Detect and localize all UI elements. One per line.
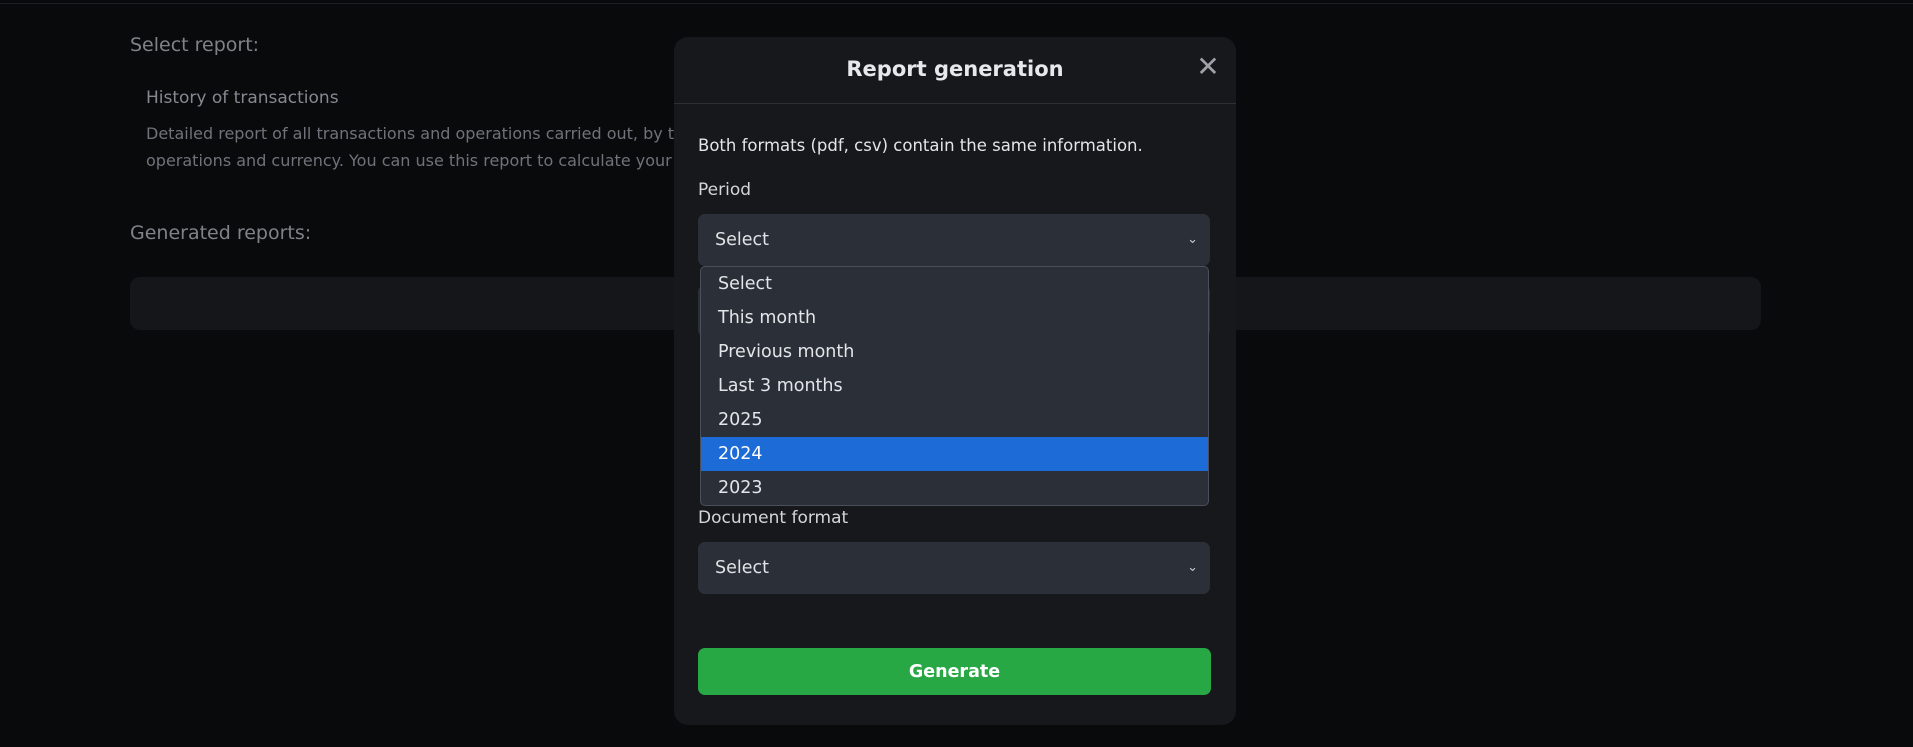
period-dropdown: Select This month Previous month Last 3 … [700, 266, 1209, 506]
select-report-heading: Select report: [130, 34, 260, 56]
period-option[interactable]: Select [701, 267, 1208, 301]
top-divider [0, 3, 1913, 4]
document-format-label: Document format [698, 508, 849, 528]
modal-title: Report generation [846, 57, 1064, 81]
generate-button[interactable]: Generate [698, 648, 1211, 695]
period-option[interactable]: 2023 [701, 471, 1208, 505]
document-format-select-value: Select [715, 558, 769, 578]
close-icon[interactable]: ✕ [1196, 53, 1220, 81]
format-info-text: Both formats (pdf, csv) contain the same… [698, 136, 1143, 155]
report-name: History of transactions [146, 88, 339, 108]
period-option[interactable]: Previous month [701, 335, 1208, 369]
document-format-select[interactable]: Select ⌄ [698, 542, 1210, 594]
period-select[interactable]: Select ⌄ [698, 214, 1210, 266]
modal-header: Report generation ✕ [674, 37, 1236, 104]
report-description-line2: operations and currency. You can use thi… [146, 151, 672, 170]
period-option[interactable]: 2025 [701, 403, 1208, 437]
chevron-down-icon: ⌄ [1187, 232, 1198, 247]
period-option[interactable]: Last 3 months [701, 369, 1208, 403]
report-generation-modal: Report generation ✕ Both formats (pdf, c… [674, 37, 1236, 725]
chevron-down-icon: ⌄ [1187, 560, 1198, 575]
period-label: Period [698, 180, 752, 200]
period-option-highlighted[interactable]: 2024 [701, 437, 1208, 471]
report-card-history[interactable]: History of transactions Detailed report … [146, 88, 706, 174]
period-select-value: Select [715, 230, 769, 250]
period-option[interactable]: This month [701, 301, 1208, 335]
generated-reports-heading: Generated reports: [130, 222, 312, 244]
report-description-line1: Detailed report of all transactions and … [146, 124, 675, 143]
